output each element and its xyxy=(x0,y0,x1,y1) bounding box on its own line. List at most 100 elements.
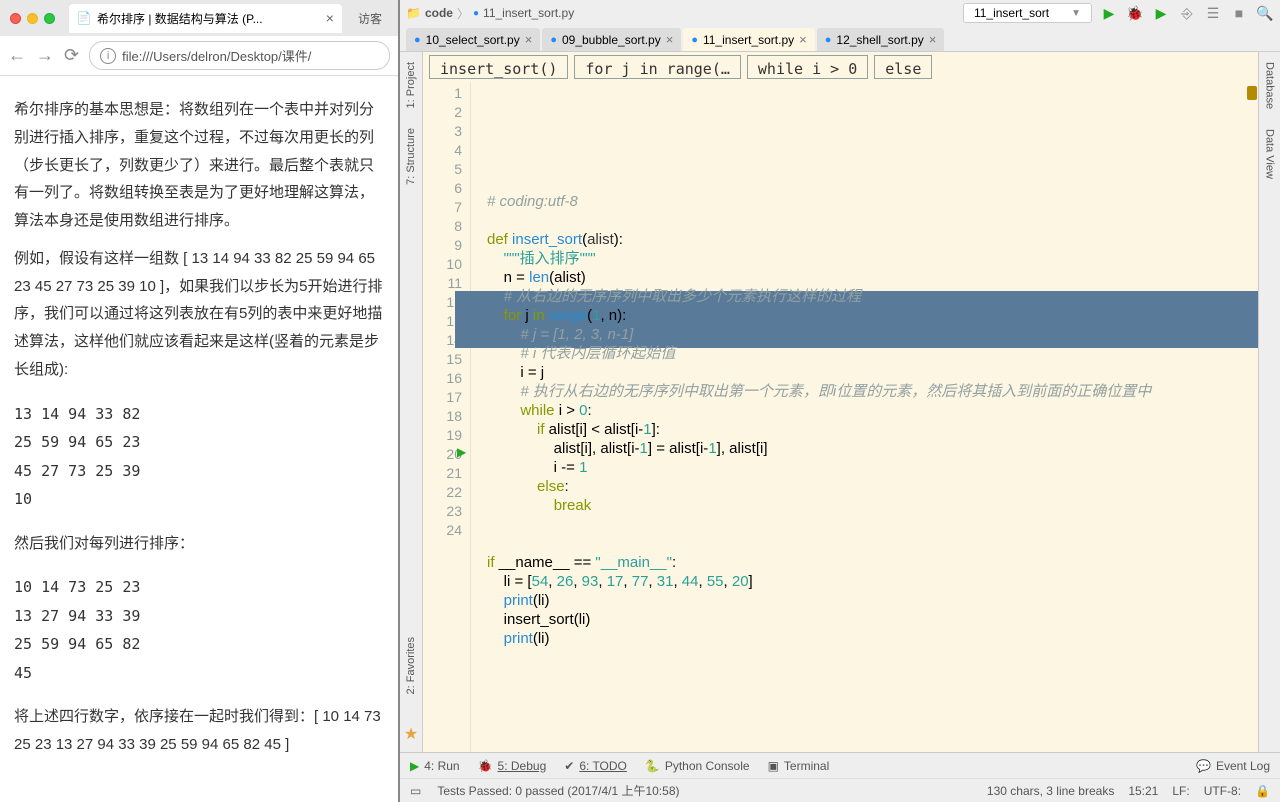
code-line[interactable]: # coding:utf-8 xyxy=(487,192,1258,211)
step-button[interactable]: ☰ xyxy=(1204,4,1222,22)
line-number: 4 xyxy=(423,141,462,160)
crumb-folder: code xyxy=(425,6,453,20)
code-line[interactable]: def insert_sort(alist): xyxy=(487,230,1258,249)
tool-project[interactable]: 1: Project xyxy=(405,62,417,108)
editor-tab[interactable]: ●11_insert_sort.py× xyxy=(683,28,814,51)
code-line[interactable]: n = len(alist) xyxy=(487,268,1258,287)
forward-button[interactable]: → xyxy=(36,45,54,66)
run-tool[interactable]: ▶4: Run xyxy=(410,759,460,773)
tool-database[interactable]: Database xyxy=(1264,62,1276,109)
stop-button[interactable]: ■ xyxy=(1230,4,1248,22)
label: Python Console xyxy=(665,759,750,773)
address-bar[interactable]: i file:///Users/delron/Desktop/课件/ xyxy=(89,41,390,70)
code-line[interactable] xyxy=(487,515,1258,534)
crumb-sep-icon: 〉 xyxy=(457,5,469,22)
bc-chip[interactable]: while i > 0 xyxy=(747,55,868,79)
code-line[interactable]: insert_sort(li) xyxy=(487,610,1258,629)
run-gutter-icon[interactable]: ▶ xyxy=(457,445,466,459)
code-line[interactable]: # 从右边的无序序列中取出多少个元素执行这样的过程 xyxy=(487,287,1258,306)
close-window-icon[interactable] xyxy=(10,13,21,24)
code-line[interactable]: i = j xyxy=(487,363,1258,382)
code-line[interactable]: # i 代表内层循环起始值 xyxy=(487,344,1258,363)
close-icon[interactable]: × xyxy=(525,32,533,47)
code-line[interactable]: while i > 0: xyxy=(487,401,1258,420)
code-editor: insert_sort() for j in range(… while i >… xyxy=(423,52,1258,752)
console-tool[interactable]: 🐍 Python Console xyxy=(645,759,750,773)
line-number: 21 xyxy=(423,464,462,483)
code-line[interactable]: # j = [1, 2, 3, n-1] xyxy=(487,325,1258,344)
ide-panel: 📁 code 〉 ● 11_insert_sort.py 11_insert_s… xyxy=(400,0,1280,802)
event-log[interactable]: 💬Event Log xyxy=(1196,759,1270,773)
code-line[interactable] xyxy=(487,534,1258,553)
line-number: 22 xyxy=(423,483,462,502)
label: 5: Debug xyxy=(498,759,547,773)
editor-wrap: 1: Project 7: Structure 2: Favorites ★ i… xyxy=(400,52,1280,752)
encoding[interactable]: UTF-8: xyxy=(1204,784,1241,798)
debug-tool[interactable]: 🐞 5: Debug xyxy=(478,759,547,773)
maximize-window-icon[interactable] xyxy=(44,13,55,24)
code-line[interactable]: break xyxy=(487,496,1258,515)
code-line[interactable]: print(li) xyxy=(487,591,1258,610)
menu-icon[interactable]: ▭ xyxy=(410,784,421,798)
crumb-file: 11_insert_sort.py xyxy=(483,6,574,20)
code-line[interactable]: if __name__ == "__main__": xyxy=(487,553,1258,572)
bc-chip[interactable]: else xyxy=(874,55,932,79)
browser-tab-strip: 📄 希尔排序 | 数据结构与算法 (P... × 访客 xyxy=(0,0,398,36)
close-icon[interactable]: × xyxy=(799,32,807,47)
line-number: 10 xyxy=(423,255,462,274)
python-file-icon: ● xyxy=(691,34,698,46)
bc-chip[interactable]: for j in range(… xyxy=(574,55,741,79)
back-button[interactable]: ← xyxy=(8,45,26,66)
search-button[interactable]: 🔍 xyxy=(1256,4,1274,22)
breadcrumb[interactable]: 📁 code 〉 ● 11_insert_sort.py xyxy=(406,5,574,22)
page-icon: 📄 xyxy=(77,11,91,25)
line-separator[interactable]: LF: xyxy=(1172,784,1189,798)
todo-tool[interactable]: ✔6: TODO xyxy=(564,759,627,773)
site-info-icon[interactable]: i xyxy=(100,48,116,64)
run-config-dropdown[interactable]: 11_insert_sort ▼ xyxy=(963,3,1092,23)
run-button[interactable]: ▶ xyxy=(1100,4,1118,22)
profile-label[interactable]: 访客 xyxy=(348,10,392,27)
doc-paragraph: 将上述四行数字，依序接在一起时我们得到：[ 10 14 73 25 23 13 … xyxy=(14,703,384,759)
folder-icon: 📁 xyxy=(406,6,421,20)
code-line[interactable]: if alist[i] < alist[i-1]: xyxy=(487,420,1258,439)
label: Terminal xyxy=(784,759,829,773)
terminal-tool[interactable]: ▣Terminal xyxy=(768,759,830,773)
run-with-coverage-button[interactable]: ▶ xyxy=(1152,4,1170,22)
close-icon[interactable]: × xyxy=(666,32,674,47)
selection-info: 130 chars, 3 line breaks xyxy=(987,784,1114,798)
python-icon: 🐍 xyxy=(645,759,660,773)
close-icon[interactable]: × xyxy=(929,32,937,47)
tool-dataview[interactable]: Data View xyxy=(1264,129,1276,179)
code-line[interactable]: li = [54, 26, 93, 17, 77, 31, 44, 55, 20… xyxy=(487,572,1258,591)
scrollbar-thumb[interactable] xyxy=(1247,86,1257,100)
code-line[interactable] xyxy=(487,211,1258,230)
code-line[interactable]: alist[i], alist[i-1] = alist[i-1], alist… xyxy=(487,439,1258,458)
line-gutter: 123456789101112131415161718192021222324 xyxy=(423,82,471,752)
debug-button[interactable]: 🐞 xyxy=(1126,4,1144,22)
browser-tab[interactable]: 📄 希尔排序 | 数据结构与算法 (P... × xyxy=(69,4,342,33)
line-number: 1 xyxy=(423,84,462,103)
code-line[interactable]: # 执行从右边的无序序列中取出第一个元素，即i位置的元素，然后将其插入到前面的正… xyxy=(487,382,1258,401)
tool-structure[interactable]: 7: Structure xyxy=(405,128,417,185)
bc-chip[interactable]: insert_sort() xyxy=(429,55,568,79)
line-number: 18 xyxy=(423,407,462,426)
reload-button[interactable]: ⟳ xyxy=(64,45,79,66)
lock-icon[interactable]: 🔒 xyxy=(1255,784,1270,798)
editor-tab[interactable]: ●09_bubble_sort.py× xyxy=(542,28,681,51)
code-line[interactable]: else: xyxy=(487,477,1258,496)
code-line[interactable]: for j in range(1, n): xyxy=(487,306,1258,325)
attach-button[interactable]: ⎆ xyxy=(1178,4,1196,22)
minimize-window-icon[interactable] xyxy=(27,13,38,24)
close-tab-icon[interactable]: × xyxy=(326,10,334,26)
bug-icon: 🐞 xyxy=(478,759,493,773)
code-lines[interactable]: # coding:utf-8 def insert_sort(alist): ""… xyxy=(471,82,1258,752)
editor-tab[interactable]: ●12_shell_sort.py× xyxy=(817,28,945,51)
code-line[interactable]: i -= 1 xyxy=(487,458,1258,477)
editor-tab[interactable]: ●10_select_sort.py× xyxy=(406,28,540,51)
tool-favorites[interactable]: 2: Favorites xyxy=(405,637,417,694)
code-line[interactable]: print(li) xyxy=(487,629,1258,648)
code-area[interactable]: 123456789101112131415161718192021222324 … xyxy=(423,82,1258,752)
editor-scrollbar[interactable] xyxy=(1246,82,1258,752)
code-line[interactable]: """插入排序""" xyxy=(487,249,1258,268)
